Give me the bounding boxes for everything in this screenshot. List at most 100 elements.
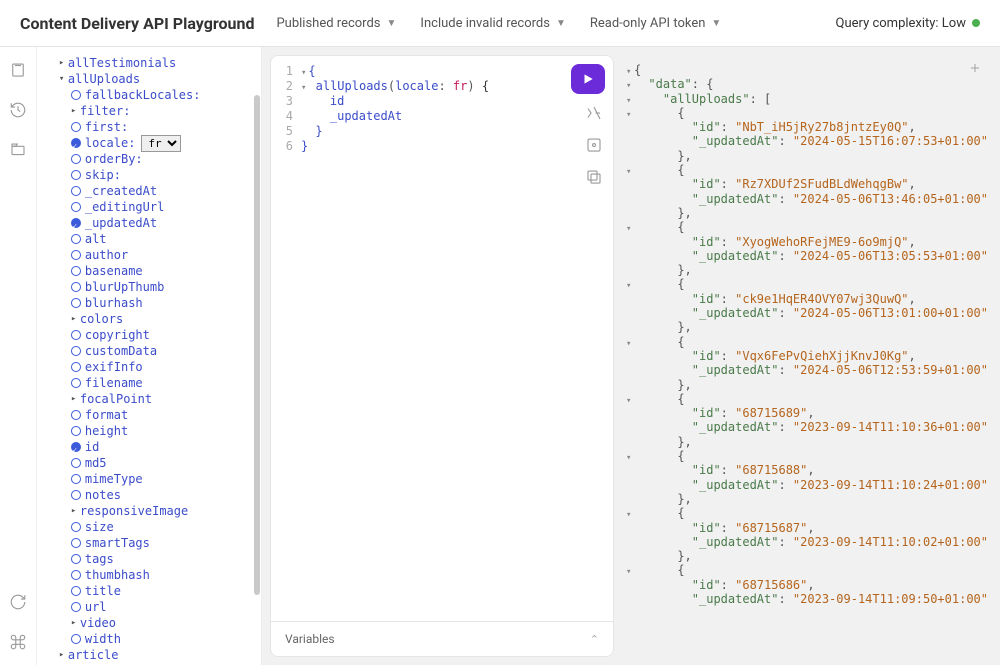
- document-icon[interactable]: [9, 61, 27, 79]
- chevron-down-icon: ▼: [387, 18, 397, 29]
- checkbox-icon[interactable]: [71, 282, 81, 292]
- checkbox-icon[interactable]: [71, 602, 81, 612]
- triangle-right-icon: ▸: [59, 647, 66, 663]
- dropdown-invalid[interactable]: Include invalid records ▼: [420, 16, 565, 31]
- tree-item[interactable]: ▸responsiveImage: [43, 503, 255, 519]
- code-line[interactable]: _updatedAt: [301, 109, 613, 124]
- code-line[interactable]: ▾ allUploads(locale: fr) {: [301, 79, 613, 94]
- tree-item[interactable]: copyright: [43, 327, 255, 343]
- line-number: 4: [271, 109, 293, 124]
- tree-item[interactable]: title: [43, 583, 255, 599]
- tree-item[interactable]: mimeType: [43, 471, 255, 487]
- tree-item[interactable]: filename: [43, 375, 255, 391]
- checkbox-icon[interactable]: [71, 474, 81, 484]
- line-number: 2: [271, 79, 293, 94]
- json-line: },: [626, 263, 988, 277]
- checkbox-icon[interactable]: [71, 218, 81, 228]
- checkbox-icon[interactable]: [71, 186, 81, 196]
- tree-item[interactable]: notes: [43, 487, 255, 503]
- tree-item[interactable]: tags: [43, 551, 255, 567]
- checkbox-icon[interactable]: [71, 442, 81, 452]
- checkbox-icon[interactable]: [71, 586, 81, 596]
- checkbox-icon[interactable]: [71, 250, 81, 260]
- dropdown-published[interactable]: Published records ▼: [276, 16, 396, 31]
- checkbox-icon[interactable]: [71, 330, 81, 340]
- code-line[interactable]: }: [301, 124, 613, 139]
- tree-item[interactable]: size: [43, 519, 255, 535]
- checkbox-icon[interactable]: [71, 90, 81, 100]
- checkbox-icon[interactable]: [71, 378, 81, 388]
- tree-item[interactable]: height: [43, 423, 255, 439]
- triangle-right-icon: ▸: [71, 391, 78, 407]
- checkbox-icon[interactable]: [71, 538, 81, 548]
- folder-icon[interactable]: [9, 141, 27, 159]
- tree-item[interactable]: skip:: [43, 167, 255, 183]
- tree-item[interactable]: exifInfo: [43, 359, 255, 375]
- checkbox-icon[interactable]: [71, 554, 81, 564]
- tree-item[interactable]: ▸article: [43, 647, 255, 663]
- checkbox-icon[interactable]: [71, 202, 81, 212]
- query-editor[interactable]: 123456 ▾{▾ allUploads(locale: fr) { id _…: [271, 56, 613, 621]
- json-line: ▾ {: [626, 449, 988, 463]
- checkbox-icon[interactable]: [71, 426, 81, 436]
- tree-item[interactable]: _updatedAt: [43, 215, 255, 231]
- json-line: ▾{: [626, 63, 988, 77]
- code-line[interactable]: }: [301, 139, 613, 154]
- tree-item[interactable]: _createdAt: [43, 183, 255, 199]
- json-line: "_updatedAt": "2023-09-14T11:10:36+01:00…: [626, 420, 988, 434]
- tree-item[interactable]: id: [43, 439, 255, 455]
- tree-item[interactable]: basename: [43, 263, 255, 279]
- fold-marker-icon[interactable]: ▾: [301, 83, 306, 93]
- checkbox-icon[interactable]: [71, 522, 81, 532]
- code-line[interactable]: ▾{: [301, 64, 613, 79]
- checkbox-icon[interactable]: [71, 138, 81, 148]
- results-panel[interactable]: ▾{▾ "data": {▾ "allUploads": [▾ { "id": …: [622, 55, 992, 657]
- checkbox-icon[interactable]: [71, 410, 81, 420]
- tree-item[interactable]: url: [43, 599, 255, 615]
- checkbox-icon[interactable]: [71, 490, 81, 500]
- checkbox-icon[interactable]: [71, 154, 81, 164]
- locale-select[interactable]: fr: [141, 135, 181, 152]
- checkbox-icon[interactable]: [71, 266, 81, 276]
- tree-item[interactable]: format: [43, 407, 255, 423]
- tree-item[interactable]: thumbhash: [43, 567, 255, 583]
- tree-item[interactable]: smartTags: [43, 535, 255, 551]
- shortcuts-icon[interactable]: [9, 633, 27, 651]
- code-line[interactable]: id: [301, 94, 613, 109]
- fold-marker-icon[interactable]: ▾: [301, 68, 306, 78]
- checkbox-icon[interactable]: [71, 234, 81, 244]
- line-number: 1: [271, 64, 293, 79]
- checkbox-icon[interactable]: [71, 122, 81, 132]
- tree-item[interactable]: _editingUrl: [43, 199, 255, 215]
- tree-item[interactable]: ▸allTestimonials: [43, 55, 255, 71]
- json-line: ▾ "allUploads": [: [626, 92, 988, 106]
- tree-item[interactable]: author: [43, 247, 255, 263]
- schema-explorer[interactable]: ▸allTestimonials▾allUploadsfallbackLocal…: [37, 47, 262, 665]
- tree-item[interactable]: ▸filter:: [43, 103, 255, 119]
- checkbox-icon[interactable]: [71, 170, 81, 180]
- tree-item[interactable]: ▸colors: [43, 311, 255, 327]
- variables-toggle[interactable]: Variables ⌃: [271, 621, 613, 656]
- tree-item[interactable]: first:: [43, 119, 255, 135]
- tree-item[interactable]: ▸video: [43, 615, 255, 631]
- add-tab-icon[interactable]: [968, 61, 982, 75]
- tree-item[interactable]: customData: [43, 343, 255, 359]
- tree-item[interactable]: fallbackLocales:: [43, 87, 255, 103]
- checkbox-icon[interactable]: [71, 298, 81, 308]
- checkbox-icon[interactable]: [71, 570, 81, 580]
- checkbox-icon[interactable]: [71, 362, 81, 372]
- tree-item[interactable]: locale:fr: [43, 135, 255, 151]
- checkbox-icon[interactable]: [71, 346, 81, 356]
- refresh-icon[interactable]: [9, 593, 27, 611]
- tree-item[interactable]: ▸focalPoint: [43, 391, 255, 407]
- tree-item[interactable]: ▾allUploads: [43, 71, 255, 87]
- tree-item[interactable]: width: [43, 631, 255, 647]
- scrollbar-thumb[interactable]: [254, 95, 260, 595]
- checkbox-icon[interactable]: [71, 634, 81, 644]
- tree-item[interactable]: blurUpThumb: [43, 279, 255, 295]
- tree-item[interactable]: blurhash: [43, 295, 255, 311]
- checkbox-icon[interactable]: [71, 458, 81, 468]
- history-icon[interactable]: [9, 101, 27, 119]
- chevron-down-icon: ▼: [711, 18, 721, 29]
- dropdown-token[interactable]: Read-only API token ▼: [590, 16, 721, 31]
